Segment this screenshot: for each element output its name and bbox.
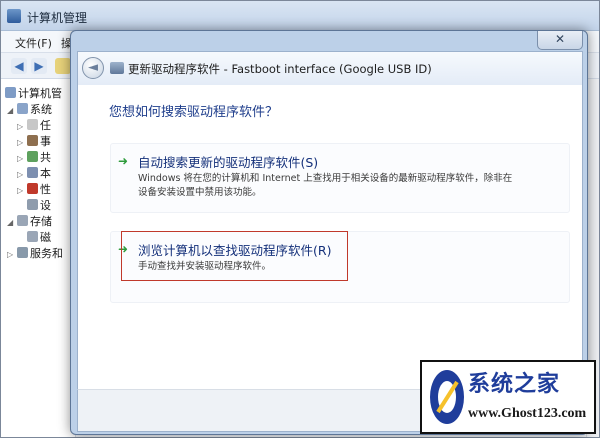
watermark-name: 系统之家 [468, 371, 561, 397]
shared-folder-icon [27, 151, 38, 162]
menu-file[interactable]: 文件(F) [15, 35, 52, 51]
tree-item-device-manager[interactable]: 设 [27, 197, 51, 213]
option-auto-search-title[interactable]: 自动搜索更新的驱动程序软件(S) [138, 152, 318, 171]
watermark-url: www.Ghost123.com [468, 406, 587, 421]
tree-item-services[interactable]: ▷ 服务和 [7, 245, 63, 261]
clock-icon [27, 119, 38, 130]
expand-arrow-icon[interactable]: ▷ [7, 250, 17, 259]
expand-arrow-icon[interactable]: ▷ [17, 170, 27, 179]
close-icon: ✕ [554, 32, 566, 46]
collapse-arrow-icon[interactable]: ◢ [7, 218, 17, 227]
bg-window-title: 计算机管理 [27, 11, 88, 25]
device-manager-icon [27, 199, 38, 210]
forward-arrow-icon[interactable]: ▶ [31, 58, 47, 74]
watermark-logo-icon [430, 370, 464, 424]
expand-arrow-icon[interactable]: ▷ [17, 122, 27, 131]
expand-arrow-icon[interactable]: ▷ [17, 186, 27, 195]
computer-management-icon [7, 9, 21, 23]
event-viewer-icon [27, 135, 38, 146]
performance-icon [27, 183, 38, 194]
tree-item-storage[interactable]: ◢ 存储 [7, 213, 52, 229]
navigation-tree: 计算机管 ◢ 系统 ▷ 任 ▷ 事 ▷ 共 ▷ 本 ▷ 性 设 ◢ 存储 磁 ▷ 服务和 [1, 79, 76, 437]
tree-item-shared-folders[interactable]: ▷ 共 [17, 149, 51, 165]
option-auto-search-description: Windows 将在您的计算机和 Internet 上查找用于相关设备的最新驱动… [138, 173, 513, 198]
expand-arrow-icon[interactable]: ▷ [17, 138, 27, 147]
bg-titlebar: 计算机管理 [1, 1, 599, 31]
tree-item-system-tools[interactable]: ◢ 系统 [7, 101, 52, 117]
tree-item-event-viewer[interactable]: ▷ 事 [17, 133, 51, 149]
option-auto-search[interactable]: ➜ 自动搜索更新的驱动程序软件(S) Windows 将在您的计算机和 Inte… [110, 143, 570, 213]
tree-item-disk-management[interactable]: 磁 [27, 229, 51, 245]
users-icon [27, 167, 38, 178]
tree-item-task-scheduler[interactable]: ▷ 任 [17, 117, 51, 133]
back-arrow-icon[interactable]: ◀ [11, 58, 27, 74]
tree-item-performance[interactable]: ▷ 性 [17, 181, 51, 197]
site-watermark: 系统之家 www.Ghost123.com [420, 360, 596, 434]
computer-icon [5, 87, 16, 98]
green-arrow-icon: ➜ [118, 154, 129, 168]
back-arrow-icon: ◄ [88, 60, 98, 75]
collapse-arrow-icon[interactable]: ◢ [7, 106, 17, 115]
tree-item-local-users[interactable]: ▷ 本 [17, 165, 51, 181]
device-icon [110, 62, 124, 74]
services-icon [17, 247, 28, 258]
tools-icon [17, 103, 28, 114]
dialog-title: 更新驱动程序软件 - Fastboot interface (Google US… [128, 62, 432, 76]
folder-up-icon[interactable] [55, 58, 71, 74]
dialog-header: ◄ 更新驱动程序软件 - Fastboot interface (Google … [77, 51, 583, 85]
storage-icon [17, 215, 28, 226]
close-button[interactable]: ✕ [537, 31, 583, 50]
search-question: 您想如何搜索驱动程序软件？ [109, 105, 279, 120]
expand-arrow-icon[interactable]: ▷ [17, 154, 27, 163]
highlight-annotation-box [121, 231, 348, 281]
disk-icon [27, 231, 38, 242]
tree-item-root[interactable]: 计算机管 [5, 85, 62, 101]
back-button[interactable]: ◄ [82, 57, 104, 79]
